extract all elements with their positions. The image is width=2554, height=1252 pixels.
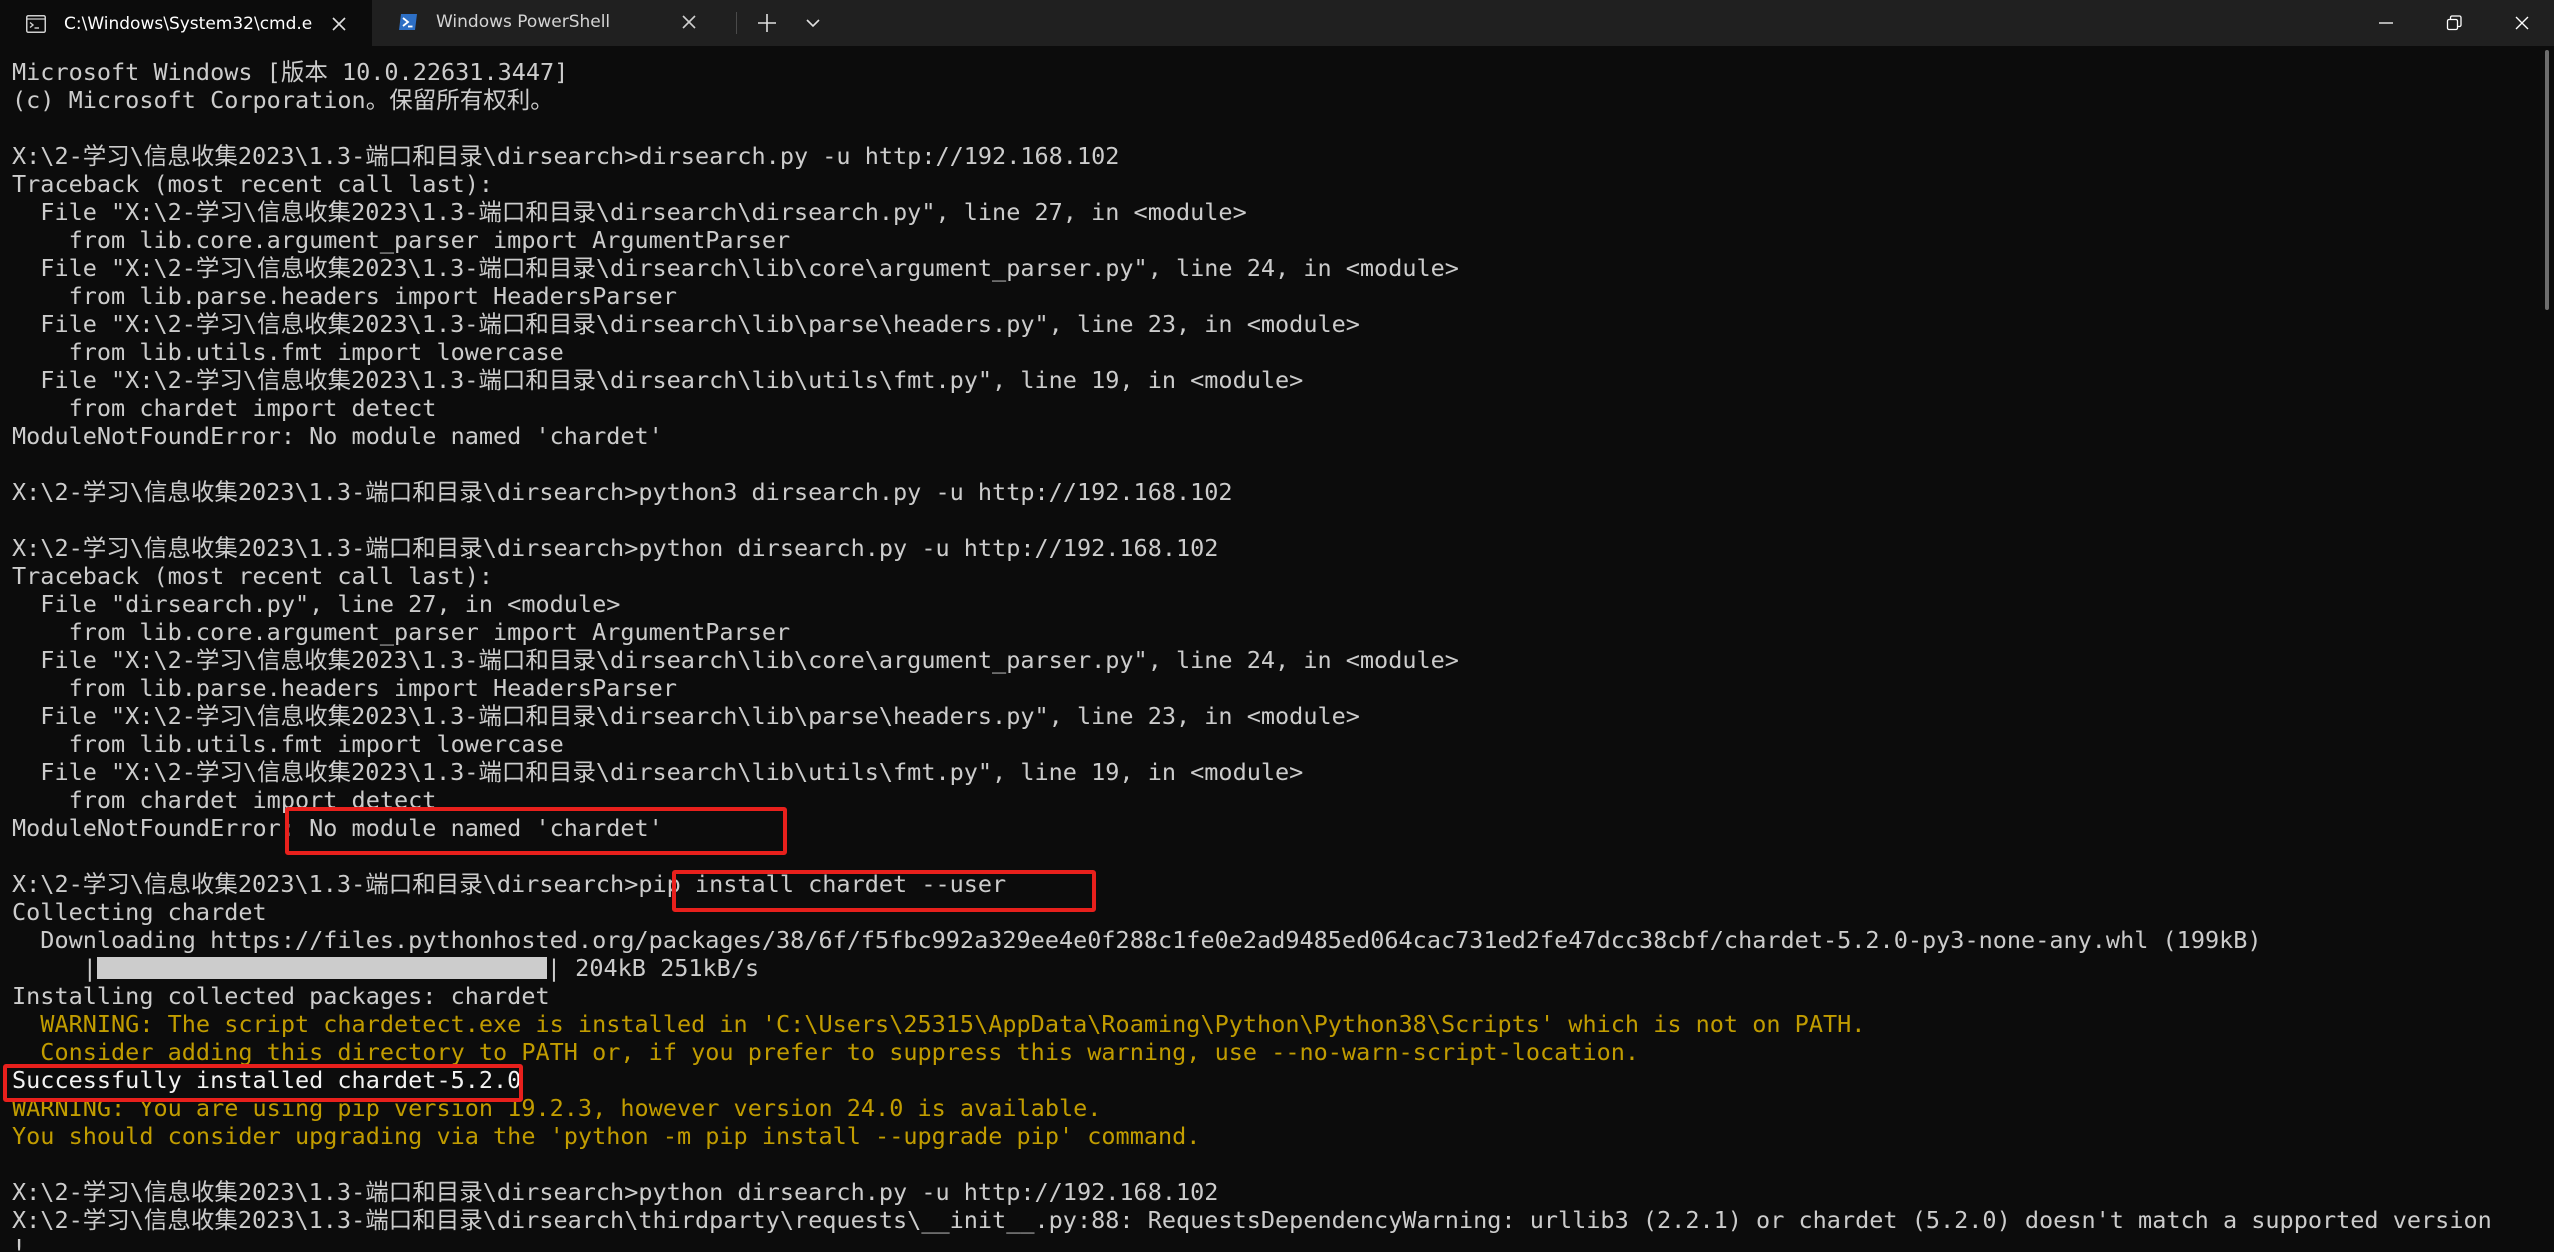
terminal-line: from lib.parse.headers import HeadersPar…: [12, 282, 677, 310]
warning-line: Consider adding this directory to PATH o…: [12, 1038, 1640, 1066]
tab-separator: [736, 12, 737, 34]
progress-indent: |: [12, 954, 97, 982]
plus-icon[interactable]: [752, 8, 782, 38]
tab-powershell[interactable]: Windows PowerShell: [372, 0, 722, 46]
terminal-line: File "X:\2-学习\信息收集2023\1.3-端口和目录\dirsear…: [12, 702, 1360, 730]
terminal-line: from lib.utils.fmt import lowercase: [12, 338, 564, 366]
highlight-box-success: [3, 1064, 523, 1102]
terminal-line: File "X:\2-学习\信息收集2023\1.3-端口和目录\dirsear…: [12, 254, 1459, 282]
terminal-line: X:\2-学习\信息收集2023\1.3-端口和目录\dirsearch>pyt…: [12, 534, 1219, 562]
highlight-box-pip-command: [672, 870, 1096, 912]
terminal-line: X:\2-学习\信息收集2023\1.3-端口和目录\dirsearch\thi…: [12, 1206, 2492, 1234]
minimize-button[interactable]: [2352, 0, 2420, 46]
terminal-line: from lib.utils.fmt import lowercase: [12, 730, 564, 758]
progress-stats: | 204kB 251kB/s: [546, 954, 760, 982]
terminal-line: File "X:\2-学习\信息收集2023\1.3-端口和目录\dirsear…: [12, 758, 1304, 786]
terminal-line: File "dirsearch.py", line 27, in <module…: [12, 590, 621, 618]
download-progress-bar: [96, 957, 547, 979]
terminal-line: File "X:\2-学习\信息收集2023\1.3-端口和目录\dirsear…: [12, 310, 1360, 338]
terminal-line: Microsoft Windows [版本 10.0.22631.3447]: [12, 58, 569, 86]
highlight-box-error: [285, 807, 787, 855]
terminal-line: Installing collected packages: chardet: [12, 982, 550, 1010]
terminal-line: Traceback (most recent call last):: [12, 170, 494, 198]
terminal-line: ModuleNotFoundError: No module named 'ch…: [12, 422, 663, 450]
download-progress-line: | | 204kB 251kB/s: [12, 954, 2532, 982]
vertical-scrollbar[interactable]: [2542, 46, 2554, 1252]
tab-powershell-title: Windows PowerShell: [436, 12, 611, 32]
tab-cmd[interactable]: C:\Windows\System32\cmd.e: [0, 0, 372, 46]
close-icon[interactable]: [678, 11, 700, 33]
terminal-line: (c) Microsoft Corporation。保留所有权利。: [12, 86, 554, 114]
terminal-line: Traceback (most recent call last):: [12, 562, 494, 590]
close-icon: [2515, 16, 2529, 30]
minimize-icon: [2379, 22, 2393, 24]
terminal-line: X:\2-学习\信息收集2023\1.3-端口和目录\dirsearch>dir…: [12, 142, 1120, 170]
terminal-line: from lib.core.argument_parser import Arg…: [12, 618, 791, 646]
terminal-window: C:\Windows\System32\cmd.e Windows PowerS…: [0, 0, 2554, 1252]
tab-cmd-title: C:\Windows\System32\cmd.e: [64, 14, 313, 34]
terminal-line: X:\2-学习\信息收集2023\1.3-端口和目录\dirsearch>pyt…: [12, 1178, 1219, 1206]
warning-line: You should consider upgrading via the 'p…: [12, 1122, 1201, 1150]
restore-button[interactable]: [2420, 0, 2488, 46]
terminal-line: File "X:\2-学习\信息收集2023\1.3-端口和目录\dirsear…: [12, 198, 1247, 226]
scrollbar-thumb[interactable]: [2545, 50, 2549, 310]
close-icon[interactable]: [328, 13, 350, 35]
chevron-down-icon[interactable]: [800, 8, 826, 38]
warning-line: WARNING: The script chardetect.exe is in…: [12, 1010, 1866, 1038]
tab-strip: C:\Windows\System32\cmd.e Windows PowerS…: [0, 0, 2554, 46]
terminal-line: from chardet import detect: [12, 394, 437, 422]
restore-icon: [2446, 15, 2462, 31]
terminal-line: File "X:\2-学习\信息收集2023\1.3-端口和目录\dirsear…: [12, 366, 1304, 394]
terminal-line: X:\2-学习\信息收集2023\1.3-端口和目录\dirsearch>pip…: [12, 870, 1007, 898]
terminal-line: File "X:\2-学习\信息收集2023\1.3-端口和目录\dirsear…: [12, 646, 1459, 674]
close-window-button[interactable]: [2488, 0, 2554, 46]
terminal-line: from lib.parse.headers import HeadersPar…: [12, 674, 677, 702]
terminal-line: from lib.core.argument_parser import Arg…: [12, 226, 791, 254]
powershell-icon: [399, 14, 417, 30]
terminal-line: !: [12, 1234, 27, 1252]
terminal-line: X:\2-学习\信息收集2023\1.3-端口和目录\dirsearch>pyt…: [12, 478, 1233, 506]
cmd-icon: [26, 15, 46, 33]
terminal-line: Collecting chardet: [12, 898, 267, 926]
terminal-line: Downloading https://files.pythonhosted.o…: [12, 926, 2262, 954]
